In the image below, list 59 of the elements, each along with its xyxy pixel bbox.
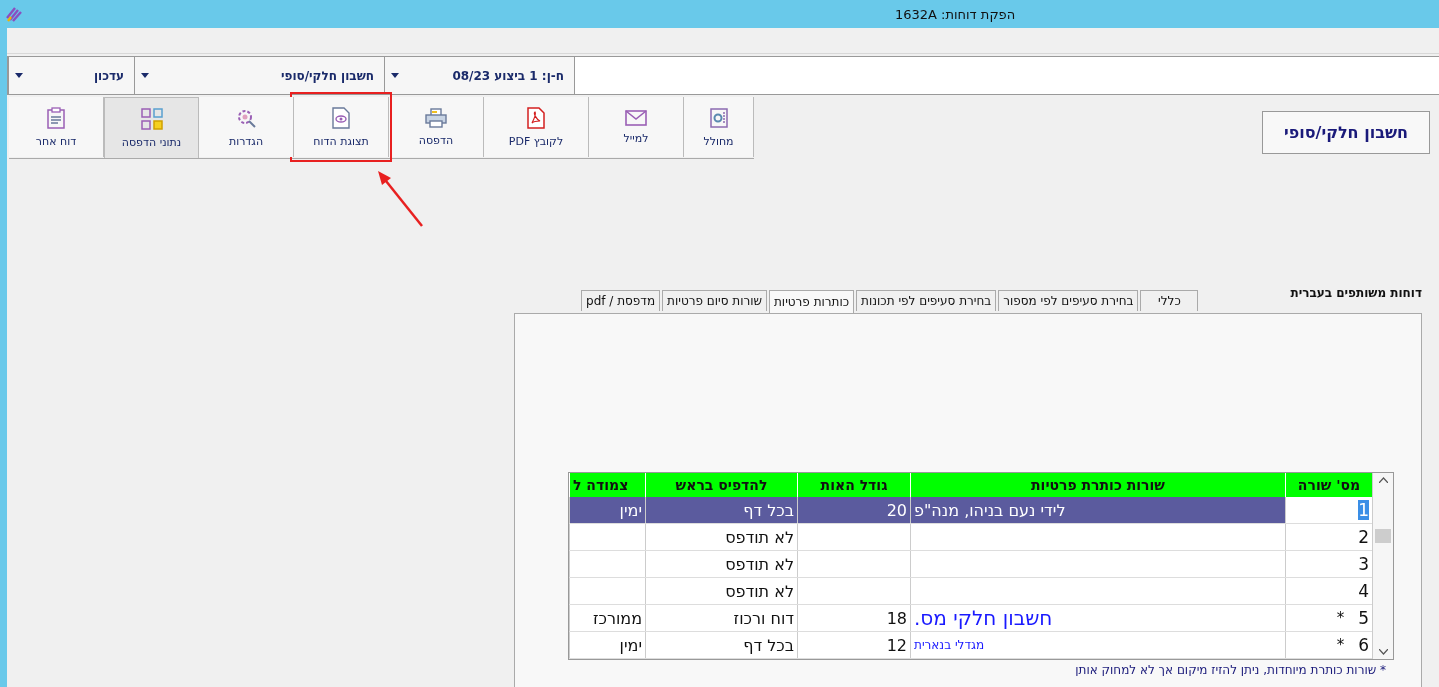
tab[interactable]: שורות סיום פרטיות xyxy=(662,290,767,311)
footnote: * שורות כותרת מיוחדות, ניתן להזיז מיקום אך לא למחוק אותן xyxy=(1074,663,1387,677)
tab[interactable]: מדפסת / pdf xyxy=(581,290,661,311)
table-cell: ימין xyxy=(619,635,642,655)
scroll-thumb[interactable] xyxy=(1375,529,1391,543)
table-cell: דוח ורכוז xyxy=(733,608,794,628)
mode-button[interactable]: חשבון חלקי/סופי xyxy=(1262,111,1430,154)
toolbar-button[interactable]: נתוני הדפסה xyxy=(104,97,199,158)
annotation-arrow xyxy=(376,170,426,228)
table-cell: 12 xyxy=(886,635,907,655)
dropdown[interactable]: ח-ן: 1 ביצוע 08/23 xyxy=(384,57,574,94)
window-title: הפקת דוחות: 1632A xyxy=(895,7,1016,22)
tab[interactable]: בחירת סעיפים לפי מספור xyxy=(998,290,1139,311)
table-cell: מגדלי בנארית xyxy=(914,638,985,652)
toolbar-button[interactable]: למייל xyxy=(589,97,684,157)
toolbar-button[interactable]: PDF לקובץ xyxy=(484,97,589,157)
table-cell: 18 xyxy=(886,608,907,628)
table-cell: לא תודפס xyxy=(725,581,794,601)
toolbar-button[interactable]: מחולל xyxy=(684,97,754,157)
scroll-up-icon[interactable] xyxy=(1378,477,1388,483)
dropdown[interactable]: חשבון חלקי/סופי xyxy=(134,57,384,94)
app-icon xyxy=(5,6,23,22)
table-cell: 20 xyxy=(886,500,907,520)
dropdown[interactable]: עדכון xyxy=(8,57,134,94)
printer-icon xyxy=(425,107,447,128)
table-cell: בכל דף xyxy=(743,635,794,655)
grid-icon xyxy=(140,107,163,130)
table-cell: 4 xyxy=(1358,581,1369,601)
tab[interactable]: כללי xyxy=(1140,290,1199,311)
tab[interactable]: כותרות פרטיות xyxy=(768,290,855,313)
table-cell: ימין xyxy=(619,500,642,520)
pdf-file-icon xyxy=(527,106,545,129)
eye-document-icon xyxy=(332,106,350,129)
table-cell: לא תודפס xyxy=(725,527,794,547)
table-cell: 5 xyxy=(1358,608,1369,628)
scroll-down-icon[interactable] xyxy=(1378,649,1388,655)
section-label: דוחות משותפים בעברית xyxy=(1290,286,1422,300)
table-cell: 3 xyxy=(1358,554,1369,574)
clipboard-icon xyxy=(47,106,65,129)
gear-document-icon xyxy=(707,106,730,129)
toolbar-button[interactable]: הדפסה xyxy=(389,97,484,157)
table-cell: בכל דף xyxy=(743,500,794,520)
caret-icon xyxy=(15,73,23,79)
scrollbar[interactable] xyxy=(1372,473,1393,659)
table-cell: 6 xyxy=(1358,635,1369,655)
caret-icon xyxy=(141,73,149,79)
table-cell: 2 xyxy=(1358,527,1369,547)
envelope-icon xyxy=(625,109,647,126)
table-cell: לידי נעם בניהו, מנה"פ xyxy=(914,500,1066,520)
toolbar-button[interactable]: דוח אחר xyxy=(9,97,104,157)
asterisk-mark: * xyxy=(1336,609,1345,627)
toolbar-button[interactable]: הגדרות xyxy=(199,97,294,157)
table-cell: ממורכז xyxy=(592,608,642,628)
tab[interactable]: בחירת סעיפים לפי תכונות xyxy=(856,290,997,311)
table-cell: חשבון חלקי מס. xyxy=(914,606,1053,630)
asterisk-mark: * xyxy=(1336,636,1345,654)
table-cell: לא תודפס xyxy=(725,554,794,574)
caret-icon xyxy=(391,73,399,79)
table-cell: 1 xyxy=(1358,500,1369,520)
